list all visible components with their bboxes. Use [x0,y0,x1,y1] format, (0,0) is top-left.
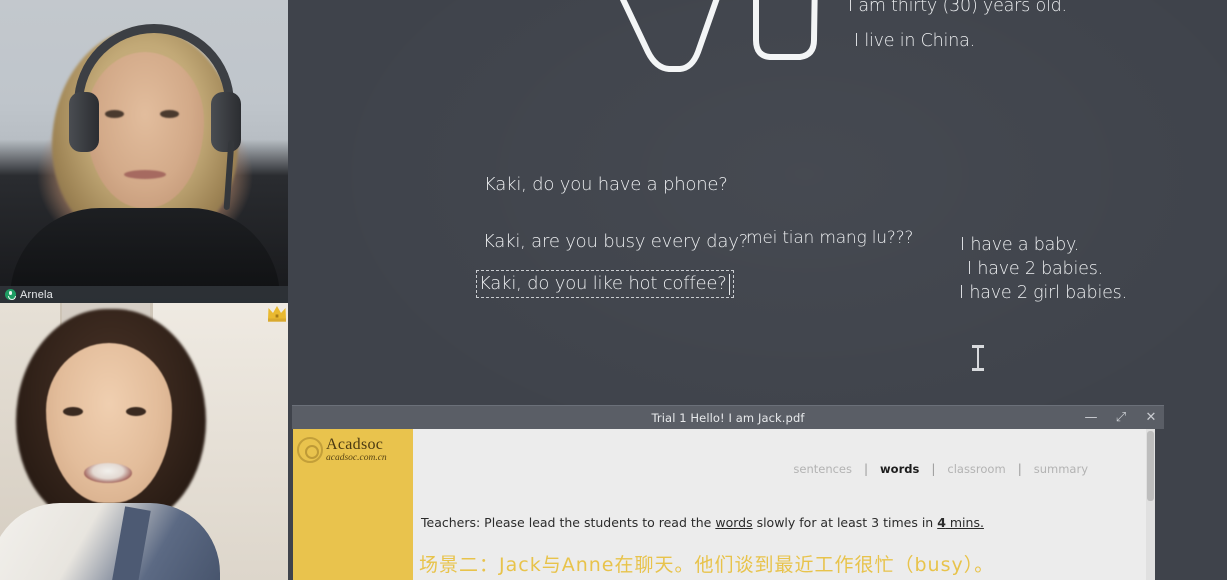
pdf-chinese-line-1: 场景二：Jack与Anne在聊天。他们谈到最近工作很忙（busy）。 [419,554,995,576]
student-eye-left [63,407,83,416]
whiteboard-textbox-selected[interactable]: Kaki, do you like hot coffee? [476,270,734,298]
acadsoc-logo-mark-icon [297,437,323,464]
restore-icon[interactable]: ⤢ [1114,411,1128,424]
teacher-name-label: Arnela [20,288,53,301]
text-ibeam-cursor [972,345,984,371]
student-mouth [84,463,132,483]
student-eye-right [126,407,146,416]
pdf-page-content: sentences | words | classroom | summary … [413,429,1155,580]
acadsoc-logo: Acadsoc acadsoc.com.cn [297,436,387,464]
headset-earcup-right [211,92,241,152]
student-video-feed [0,303,288,580]
pdf-page: Acadsoc acadsoc.com.cn sentences | words… [293,429,1155,580]
pdf-window-controls: — ⤢ ✕ [1084,406,1158,429]
acadsoc-logo-name: Acadsoc [326,436,384,453]
tab-summary[interactable]: summary [1022,462,1100,476]
instruction-prefix: Teachers: Please lead the students to re… [421,515,716,530]
teacher-eye-left [105,110,124,118]
whiteboard-text-baby-1[interactable]: I have a baby. [960,235,1079,255]
whiteboard-text-phone-question[interactable]: Kaki, do you have a phone? [484,174,728,195]
whiteboard-text-china[interactable]: I live in China. [854,31,975,51]
whiteboard-text-baby-2[interactable]: I have 2 babies. [967,259,1103,279]
whiteboard-text-busy-question[interactable]: Kaki, are you busy every day? [483,231,748,252]
tab-words[interactable]: words [868,462,931,476]
crown-icon [268,306,286,322]
pdf-teacher-instruction: Teachers: Please lead the students to re… [421,515,984,530]
text-caret [728,274,730,295]
app-stage: Arnela 王小美 [0,0,1227,580]
headset-band [74,24,234,110]
pdf-window-body: Acadsoc acadsoc.com.cn sentences | words… [292,429,1164,580]
close-icon[interactable]: ✕ [1144,411,1158,424]
teacher-mouth [124,170,166,179]
whiteboard-text-pinyin[interactable]: mei tian mang lu??? [746,228,913,248]
minimize-icon[interactable]: — [1084,411,1098,424]
instruction-suffix: mins. [945,515,984,530]
pdf-window-titlebar[interactable]: Trial 1 Hello! I am Jack.pdf — ⤢ ✕ [292,406,1164,429]
acadsoc-logo-url: acadsoc.com.cn [326,452,387,463]
instruction-emphasis-minutes: 4 [937,515,946,530]
tab-classroom[interactable]: classroom [935,462,1017,476]
pdf-section-tabs: sentences | words | classroom | summary [781,462,1100,476]
handwritten-ink-strokes [619,0,818,72]
pdf-scrollbar[interactable] [1146,429,1155,580]
instruction-middle: slowly for at least 3 times in [752,515,938,530]
video-panel: Arnela 王小美 [0,0,288,580]
tab-sentences[interactable]: sentences [781,462,864,476]
instruction-emphasis-words: words [715,515,753,530]
pdf-brand-sidebar: Acadsoc acadsoc.com.cn [293,429,413,580]
pdf-scrollbar-thumb[interactable] [1147,431,1154,501]
microphone-icon[interactable] [5,289,16,300]
teacher-eye-right [160,110,179,118]
pdf-viewer-window[interactable]: Trial 1 Hello! I am Jack.pdf — ⤢ ✕ Acads… [292,406,1164,580]
whiteboard-text-baby-3[interactable]: I have 2 girl babies. [959,283,1127,303]
headset-earcup-left [69,92,99,152]
video-tile-teacher[interactable]: Arnela [0,0,288,303]
whiteboard-text-age[interactable]: I am thirty (30) years old. [848,0,1067,16]
student-torso [0,503,220,580]
teacher-name-bar: Arnela [0,286,288,303]
whiteboard-text-coffee-question: Kaki, do you like hot coffee? [479,273,727,294]
pdf-window-title: Trial 1 Hello! I am Jack.pdf [651,410,805,425]
video-tile-student[interactable]: 王小美 [0,303,288,580]
teacher-video-feed [0,0,288,303]
